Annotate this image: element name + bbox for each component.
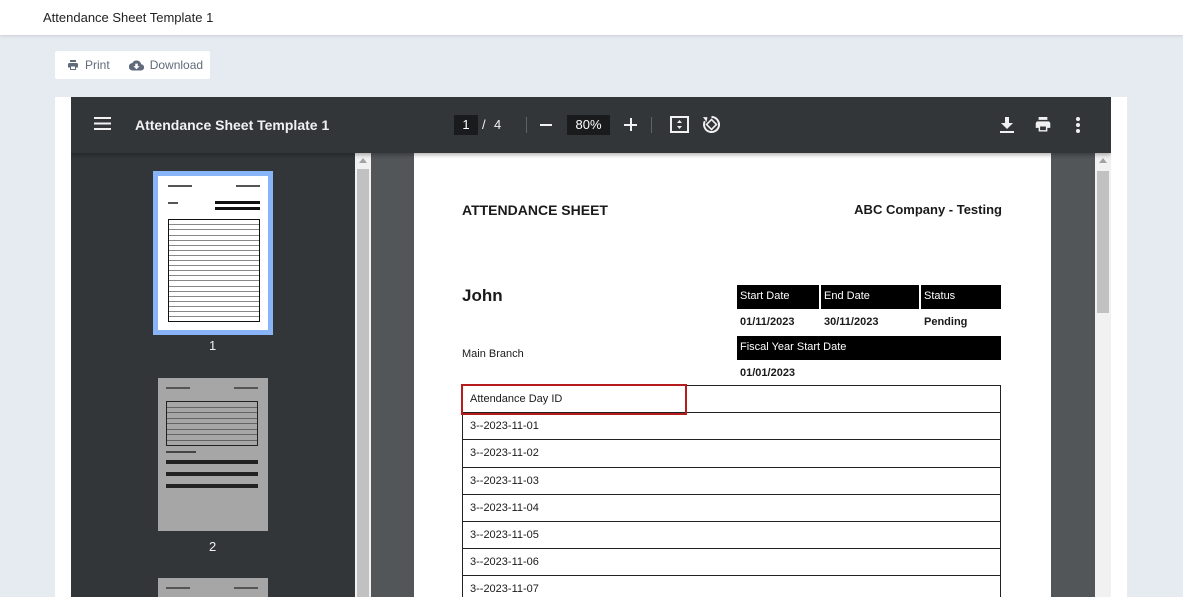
table-header: Attendance Day ID <box>461 384 1000 415</box>
thumbnail-page-1[interactable] <box>153 171 273 335</box>
rotate-icon[interactable] <box>702 115 721 134</box>
thumbnail-label: 2 <box>209 539 217 554</box>
menu-icon[interactable] <box>94 117 111 130</box>
print-icon[interactable] <box>1034 117 1052 133</box>
fiscal-year-value: 01/01/2023 <box>740 367 796 379</box>
end-date-header: End Date <box>821 285 919 309</box>
zoom-out-icon[interactable] <box>540 124 552 126</box>
download-button[interactable]: Download <box>119 51 212 79</box>
thumbnail-label: 1 <box>209 338 217 353</box>
table-row: 3--2023-11-06 <box>463 549 1000 577</box>
sheet-title: ATTENDANCE SHEET <box>462 202 608 218</box>
scroll-up-icon[interactable] <box>1099 158 1107 163</box>
download-label: Download <box>149 58 204 72</box>
more-vert-icon[interactable] <box>1076 117 1080 133</box>
page-separator: / <box>482 117 486 132</box>
status-value: Pending <box>924 316 968 328</box>
document-title: Attendance Sheet Template 1 <box>135 117 330 133</box>
scrollbar-thumb[interactable] <box>357 169 369 597</box>
pdf-viewer: Attendance Sheet Template 1 1 / 4 80% 1 … <box>71 97 1111 597</box>
page-total: 4 <box>494 117 502 132</box>
thumbnail-page-3[interactable] <box>158 578 268 597</box>
thumbnail-page-2[interactable] <box>158 378 268 531</box>
action-bar: Print Download <box>55 51 210 79</box>
zoom-in-icon[interactable] <box>624 118 637 131</box>
fit-page-icon[interactable] <box>670 116 689 133</box>
document-scrollbar[interactable] <box>1095 153 1111 597</box>
table-row: 3--2023-11-05 <box>463 522 1000 550</box>
thumbnail-sidebar: 1 2 <box>71 153 355 597</box>
end-date-value: 30/11/2023 <box>824 316 879 328</box>
sidebar-scrollbar[interactable] <box>355 153 371 597</box>
cloud-download-icon <box>128 59 144 71</box>
toolbar-divider <box>651 117 652 133</box>
start-date-header: Start Date <box>737 285 819 309</box>
selection-highlight <box>461 384 687 415</box>
thumbnail-image <box>158 176 268 330</box>
page-number-input[interactable]: 1 <box>454 115 478 135</box>
start-date-value: 01/11/2023 <box>740 316 795 328</box>
table-row: 3--2023-11-03 <box>463 468 1000 495</box>
status-header: Status <box>921 285 1001 309</box>
download-icon[interactable] <box>1000 117 1014 133</box>
print-icon <box>68 59 78 70</box>
zoom-input[interactable]: 80% <box>567 115 610 135</box>
app-title: Attendance Sheet Template 1 <box>43 10 214 25</box>
app-header: Attendance Sheet Template 1 <box>0 0 1183 35</box>
thumbnail-image <box>158 578 268 597</box>
employee-name: John <box>462 286 503 305</box>
toolbar-divider <box>526 117 527 133</box>
table-row: 3--2023-11-07 <box>463 576 1000 597</box>
table-row: 3--2023-11-01 <box>463 413 1000 441</box>
attendance-table: Attendance Day ID 3--2023-11-01 3--2023-… <box>461 384 1001 597</box>
table-row: 3--2023-11-04 <box>463 495 1000 522</box>
company-name: ABC Company - Testing <box>854 202 1002 217</box>
fiscal-year-header: Fiscal Year Start Date <box>737 336 1001 360</box>
scrollbar-thumb[interactable] <box>1097 171 1109 313</box>
branch-name: Main Branch <box>462 348 524 360</box>
scroll-up-icon[interactable] <box>359 158 367 163</box>
document-page: ATTENDANCE SHEET ABC Company - Testing J… <box>414 153 1051 597</box>
thumbnail-image <box>158 378 268 531</box>
pdf-toolbar: Attendance Sheet Template 1 1 / 4 80% <box>71 97 1111 153</box>
print-label: Print <box>85 58 110 72</box>
table-row: 3--2023-11-02 <box>463 440 1000 468</box>
print-button[interactable]: Print <box>55 51 119 79</box>
